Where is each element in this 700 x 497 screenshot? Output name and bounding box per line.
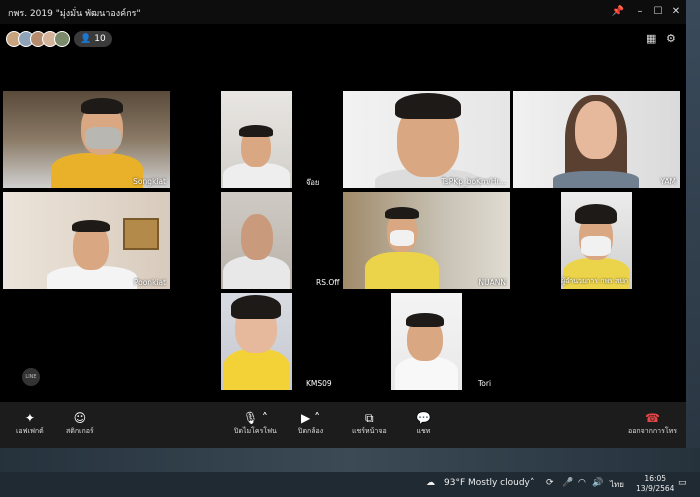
person-hair xyxy=(575,204,617,224)
participant-count: 10 xyxy=(94,34,106,44)
share-label: แชร์หน้าจอ xyxy=(352,427,387,435)
person-hair xyxy=(395,93,461,119)
minimize-button[interactable]: – xyxy=(632,4,648,20)
person-hair xyxy=(406,313,444,327)
person-face xyxy=(241,214,273,260)
microphone-icon[interactable]: 🎤 xyxy=(562,478,573,488)
person-face xyxy=(575,101,617,159)
video-tile[interactable] xyxy=(221,192,292,289)
face-mask xyxy=(390,230,414,246)
camera-label: ปิดกล้อง xyxy=(298,427,324,435)
participant-name: RS.Off xyxy=(316,278,340,287)
participant-name: Songkiat xyxy=(133,177,166,186)
stickers-button[interactable]: ☺ สติกเกอร์ xyxy=(66,410,94,437)
chevron-up-icon[interactable]: ˄ xyxy=(530,478,535,488)
face-mask xyxy=(85,127,121,149)
mic-label: ปิดไมโครโฟน xyxy=(234,427,277,435)
person-body xyxy=(553,171,639,188)
person-body xyxy=(223,256,290,289)
weather-widget[interactable]: 93°F Mostly cloudy xyxy=(444,478,530,488)
wall-painting xyxy=(123,218,159,250)
desktop-background xyxy=(686,0,700,448)
video-tile[interactable]: NUANN xyxy=(343,192,510,289)
stickers-label: สติกเกอร์ xyxy=(66,427,94,435)
gear-icon[interactable]: ⚙ xyxy=(666,32,676,45)
video-tile[interactable] xyxy=(391,293,462,390)
avatar xyxy=(54,31,70,47)
participant-avatars[interactable]: 👤 10 xyxy=(6,30,112,48)
person-body xyxy=(395,357,458,390)
participant-name: จ๊อย xyxy=(306,178,320,187)
smiley-icon: ☺ xyxy=(73,411,87,425)
taskbar: ☁ 93°F Mostly cloudy ˄ ⟳ 🎤 ◠ 🔊 ไทย 16:05… xyxy=(0,472,700,497)
participant-name: TsPKp_boKm/Hr... xyxy=(441,177,507,186)
mic-button[interactable]: 🎙 ˄ ปิดไมโครโฟน xyxy=(234,410,277,437)
volume-icon[interactable]: 🔊 xyxy=(592,478,603,488)
camera-button[interactable]: ▶ ˄ ปิดกล้อง xyxy=(298,410,323,437)
system-clock[interactable]: 16:05 13/9/2564 xyxy=(636,474,674,494)
weather-icon[interactable]: ☁ xyxy=(426,478,435,488)
video-tile[interactable]: TsPKp_boKm/Hr... xyxy=(343,91,510,188)
wifi-icon[interactable]: ◠ xyxy=(578,478,586,488)
person-body xyxy=(365,252,439,289)
participant-name: Poonkiat xyxy=(133,278,166,287)
person-hair xyxy=(239,125,273,137)
notification-icon[interactable]: ▭ xyxy=(678,478,687,488)
chat-button[interactable]: 💬 แชท xyxy=(416,410,431,437)
video-tile[interactable]: ผู้อำนวยการ กพร สปก xyxy=(561,192,632,289)
leave-call-button[interactable]: ☎ ออกจากการโทร xyxy=(628,410,677,437)
participant-name: ผู้อำนวยการ กพร สปก xyxy=(561,277,628,285)
share-screen-button[interactable]: ⧉ แชร์หน้าจอ xyxy=(352,410,387,437)
clock-time: 16:05 xyxy=(644,474,667,483)
participant-name: Tori xyxy=(478,379,492,388)
person-hair xyxy=(385,207,419,219)
leave-label: ออกจากการโทร xyxy=(628,427,677,435)
title-bar: กพร. 2019 "มุ่งมั่น พัฒนาองค์กร" 📌 – ☐ ✕ xyxy=(0,0,686,24)
participant-name: NUANN xyxy=(478,278,506,287)
effects-label: เอฟเฟกต์ xyxy=(16,427,44,435)
chat-label: แชท xyxy=(416,427,431,435)
video-call-window: กพร. 2019 "มุ่งมั่น พัฒนาองค์กร" 📌 – ☐ ✕… xyxy=(0,0,686,448)
share-screen-icon: ⧉ xyxy=(365,411,374,425)
window-title: กพร. 2019 "มุ่งมั่น พัฒนาองค์กร" xyxy=(8,9,141,19)
participant-name: KMS09 xyxy=(306,379,332,388)
effects-button[interactable]: ✦ เอฟเฟกต์ xyxy=(16,410,44,437)
pin-icon[interactable]: 📌 xyxy=(610,4,626,20)
language-indicator[interactable]: ไทย xyxy=(610,478,624,491)
call-toolbar: ✦ เอฟเฟกต์ ☺ สติกเกอร์ 🎙 ˄ ปิดไมโครโฟน ▶… xyxy=(0,402,686,448)
line-logo: LINE xyxy=(22,368,40,386)
person-icon: 👤 xyxy=(80,34,92,44)
sync-icon[interactable]: ⟳ xyxy=(546,478,554,488)
person-hair xyxy=(81,98,123,114)
person-hair xyxy=(231,295,281,319)
hang-up-icon: ☎ xyxy=(645,411,660,425)
video-tile[interactable]: YAM xyxy=(513,91,680,188)
participant-name: YAM xyxy=(660,177,676,186)
layout-icon[interactable]: ▦ xyxy=(646,32,656,45)
camera-icon: ▶ ˄ xyxy=(301,411,321,425)
close-button[interactable]: ✕ xyxy=(668,4,684,20)
person-body xyxy=(223,349,290,390)
video-tile[interactable] xyxy=(221,293,292,390)
person-hair xyxy=(72,220,110,232)
person-body xyxy=(51,153,143,188)
microphone-icon: 🎙 ˄ xyxy=(242,411,268,425)
chat-icon: 💬 xyxy=(416,411,431,425)
video-tile[interactable] xyxy=(221,91,292,188)
face-mask xyxy=(581,236,611,256)
maximize-button[interactable]: ☐ xyxy=(650,4,666,20)
participant-count-badge[interactable]: 👤 10 xyxy=(74,31,112,47)
desktop-background xyxy=(0,448,700,472)
video-tile[interactable]: Poonkiat xyxy=(3,192,170,289)
video-tile[interactable]: Songkiat xyxy=(3,91,170,188)
clock-date: 13/9/2564 xyxy=(636,484,675,493)
sparkle-icon: ✦ xyxy=(24,411,35,425)
